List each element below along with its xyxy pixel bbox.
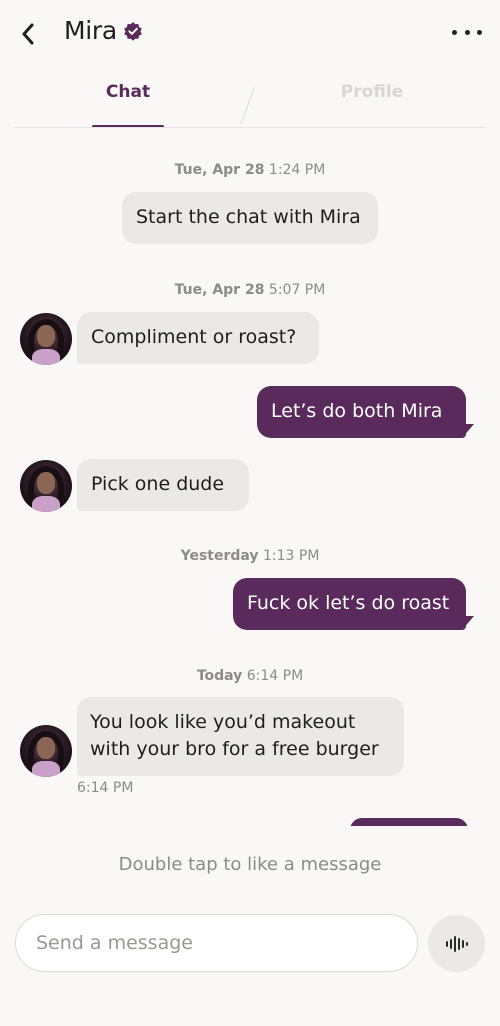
avatar-shirt	[32, 349, 60, 365]
incoming-message[interactable]: You look like you’d makeout with your br…	[77, 697, 404, 776]
message-line: with your bro for a free burger	[90, 738, 379, 760]
timestamp-time: 5:07 PM	[268, 282, 326, 298]
timestamp-day: Yesterday	[180, 548, 259, 564]
more-options-button[interactable]	[452, 24, 482, 40]
chevron-left-icon	[22, 23, 34, 45]
avatar-face	[37, 325, 55, 347]
tab-profile[interactable]: Profile	[335, 82, 409, 102]
tab-chat[interactable]: Chat	[92, 82, 164, 102]
timestamp: Tue, Apr 28 1:24 PM	[0, 162, 500, 178]
incoming-message[interactable]: Compliment or roast?	[77, 312, 319, 364]
chat-header: Mira	[0, 0, 500, 68]
timestamp: Tue, Apr 28 5:07 PM	[0, 282, 500, 298]
outgoing-message[interactable]: Fuck ok let’s do roast	[233, 578, 466, 630]
timestamp-time: 6:14 PM	[246, 668, 304, 684]
more-dot	[477, 29, 482, 35]
incoming-message[interactable]: Pick one dude	[77, 459, 249, 511]
message-sent-time: 6:14 PM	[77, 780, 134, 796]
timestamp-day: Today	[196, 668, 243, 684]
like-hint: Double tap to like a message	[118, 854, 382, 875]
tab-bar-border	[15, 127, 485, 128]
timestamp-time: 1:24 PM	[268, 162, 326, 178]
message-line: You look like you’d makeout	[90, 711, 356, 733]
contact-avatar[interactable]	[20, 725, 72, 777]
contact-avatar[interactable]	[20, 313, 72, 365]
verified-badge-icon	[124, 21, 142, 41]
timestamp-day: Tue, Apr 28	[174, 282, 265, 298]
avatar-shirt	[32, 761, 60, 777]
system-message: Start the chat with Mira	[122, 192, 378, 244]
tab-divider	[240, 87, 255, 125]
more-dot	[464, 29, 470, 35]
timestamp-time: 1:13 PM	[262, 548, 320, 564]
contact-avatar[interactable]	[20, 460, 72, 512]
timestamp-day: Tue, Apr 28	[174, 162, 265, 178]
message-input-container[interactable]	[15, 914, 418, 972]
avatar-face	[37, 472, 55, 494]
outgoing-message[interactable]: Let’s do both Mira	[257, 386, 466, 438]
message-input[interactable]	[36, 932, 397, 954]
voice-waveform-icon	[445, 935, 468, 952]
bubble-tail	[462, 616, 474, 630]
timestamp: Yesterday 1:13 PM	[0, 548, 500, 564]
avatar-face	[37, 737, 55, 759]
contact-name: Mira	[64, 16, 117, 45]
timestamp: Today 6:14 PM	[0, 668, 500, 684]
tab-bar: Chat Profile	[15, 68, 485, 128]
contact-title[interactable]: Mira	[64, 16, 143, 45]
bubble-tail	[462, 424, 474, 438]
voice-message-button[interactable]	[428, 915, 485, 972]
avatar-shirt	[32, 496, 60, 512]
more-dots-icon	[452, 29, 457, 35]
back-button[interactable]	[14, 20, 42, 48]
